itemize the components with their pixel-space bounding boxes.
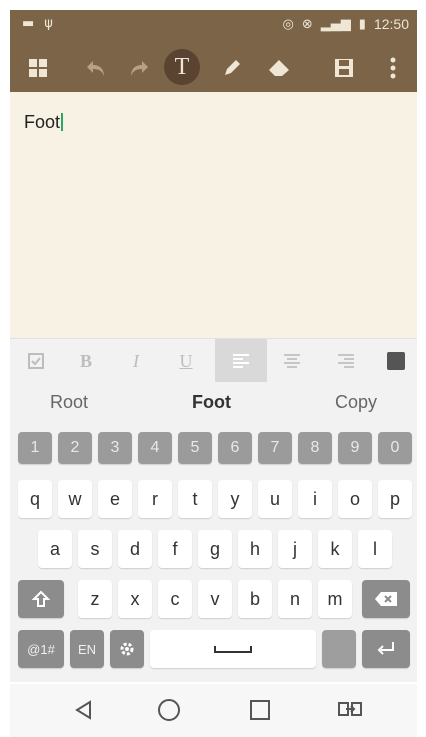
key-4[interactable]: 4 bbox=[138, 432, 172, 464]
suggestion-right[interactable]: Copy bbox=[335, 392, 377, 413]
key-5[interactable]: 5 bbox=[178, 432, 212, 464]
key-s[interactable]: s bbox=[78, 530, 112, 568]
status-bar: ▬ ψ ◎ ⊗ ▂▄▆ ▮ 12:50 bbox=[10, 10, 417, 40]
status-time: 12:50 bbox=[373, 16, 409, 32]
shift-key[interactable] bbox=[18, 580, 64, 618]
key-b[interactable]: b bbox=[238, 580, 272, 618]
suggestion-left[interactable]: Root bbox=[50, 392, 88, 413]
back-nav-button[interactable] bbox=[66, 694, 102, 726]
gear-icon bbox=[120, 642, 134, 656]
redo-icon[interactable] bbox=[123, 52, 155, 84]
italic-button[interactable]: I bbox=[118, 345, 154, 377]
key-x[interactable]: x bbox=[118, 580, 152, 618]
key-h[interactable]: h bbox=[238, 530, 272, 568]
key-8[interactable]: 8 bbox=[298, 432, 332, 464]
language-key[interactable]: EN bbox=[70, 630, 104, 668]
key-6[interactable]: 6 bbox=[218, 432, 252, 464]
space-key[interactable] bbox=[150, 630, 316, 668]
key-r[interactable]: r bbox=[138, 480, 172, 518]
format-bar: B I U bbox=[10, 338, 417, 383]
key-l[interactable]: l bbox=[358, 530, 392, 568]
editor-text: Foot bbox=[24, 112, 61, 132]
key-q[interactable]: q bbox=[18, 480, 52, 518]
keyboard: 1 2 3 4 5 6 7 8 9 0 q w e r t y u i o p … bbox=[10, 426, 417, 682]
bold-button[interactable]: B bbox=[68, 345, 104, 377]
battery-icon: ▮ bbox=[358, 16, 366, 32]
usb-icon: ψ bbox=[44, 16, 53, 31]
align-right-button[interactable] bbox=[328, 345, 364, 377]
undo-icon[interactable] bbox=[80, 52, 112, 84]
enter-icon bbox=[377, 642, 394, 655]
key-c[interactable]: c bbox=[158, 580, 192, 618]
key-m[interactable]: m bbox=[318, 580, 352, 618]
editor-toolbar: T bbox=[10, 42, 417, 92]
enter-key[interactable] bbox=[362, 630, 410, 668]
more-icon[interactable] bbox=[377, 52, 409, 84]
key-v[interactable]: v bbox=[198, 580, 232, 618]
key-w[interactable]: w bbox=[58, 480, 92, 518]
key-t[interactable]: t bbox=[178, 480, 212, 518]
checkbox-icon[interactable] bbox=[18, 345, 54, 377]
eraser-icon[interactable] bbox=[263, 52, 295, 84]
backspace-key[interactable] bbox=[362, 580, 410, 618]
align-center-button[interactable] bbox=[274, 345, 310, 377]
dual-window-nav-button[interactable] bbox=[332, 694, 368, 726]
key-p[interactable]: p bbox=[378, 480, 412, 518]
key-n[interactable]: n bbox=[278, 580, 312, 618]
backspace-icon bbox=[375, 592, 397, 606]
text-editor[interactable]: Foot bbox=[10, 92, 417, 338]
save-icon[interactable] bbox=[328, 52, 360, 84]
key-7[interactable]: 7 bbox=[258, 432, 292, 464]
notification-icon: ▬ bbox=[22, 16, 35, 31]
sync-icon: ◎ bbox=[282, 16, 294, 32]
pen-icon[interactable] bbox=[216, 52, 248, 84]
key-o[interactable]: o bbox=[338, 480, 372, 518]
symbols-key[interactable]: @1# bbox=[18, 630, 64, 668]
app-header: ▬ ψ ◎ ⊗ ▂▄▆ ▮ 12:50 T bbox=[10, 10, 417, 92]
key-0[interactable]: 0 bbox=[378, 432, 412, 464]
recents-nav-button[interactable] bbox=[242, 694, 278, 726]
color-swatch bbox=[387, 352, 405, 370]
align-left-button[interactable] bbox=[215, 339, 267, 383]
blank-key[interactable] bbox=[322, 630, 356, 668]
back-icon bbox=[75, 700, 91, 720]
key-i[interactable]: i bbox=[298, 480, 332, 518]
home-nav-button[interactable] bbox=[151, 694, 187, 726]
key-k[interactable]: k bbox=[318, 530, 352, 568]
signal-icon: ▂▄▆ bbox=[320, 16, 351, 32]
text-tool-button[interactable]: T bbox=[164, 49, 200, 85]
underline-button[interactable]: U bbox=[168, 345, 204, 377]
grid-icon[interactable] bbox=[22, 52, 54, 84]
mute-icon: ⊗ bbox=[301, 16, 313, 32]
key-9[interactable]: 9 bbox=[338, 432, 372, 464]
navigation-bar bbox=[10, 684, 417, 737]
key-1[interactable]: 1 bbox=[18, 432, 52, 464]
key-g[interactable]: g bbox=[198, 530, 232, 568]
suggestion-bar: Root Foot Copy bbox=[10, 382, 417, 427]
key-y[interactable]: y bbox=[218, 480, 252, 518]
key-f[interactable]: f bbox=[158, 530, 192, 568]
key-u[interactable]: u bbox=[258, 480, 292, 518]
key-a[interactable]: a bbox=[38, 530, 72, 568]
editor-content[interactable]: Foot bbox=[24, 112, 64, 133]
key-e[interactable]: e bbox=[98, 480, 132, 518]
home-icon bbox=[158, 699, 180, 721]
suggestion-center[interactable]: Foot bbox=[192, 392, 231, 413]
shift-icon bbox=[32, 590, 50, 607]
space-icon bbox=[214, 646, 252, 653]
key-3[interactable]: 3 bbox=[98, 432, 132, 464]
settings-key[interactable] bbox=[110, 630, 144, 668]
dual-window-icon bbox=[338, 702, 362, 716]
key-j[interactable]: j bbox=[278, 530, 312, 568]
text-color-button[interactable] bbox=[378, 345, 414, 377]
text-caret bbox=[61, 113, 64, 131]
key-d[interactable]: d bbox=[118, 530, 152, 568]
key-2[interactable]: 2 bbox=[58, 432, 92, 464]
phone-screen: ▬ ψ ◎ ⊗ ▂▄▆ ▮ 12:50 T Foot B I U Root Fo… bbox=[0, 0, 426, 737]
recents-icon bbox=[250, 700, 270, 720]
key-z[interactable]: z bbox=[78, 580, 112, 618]
text-icon: T bbox=[174, 54, 190, 80]
